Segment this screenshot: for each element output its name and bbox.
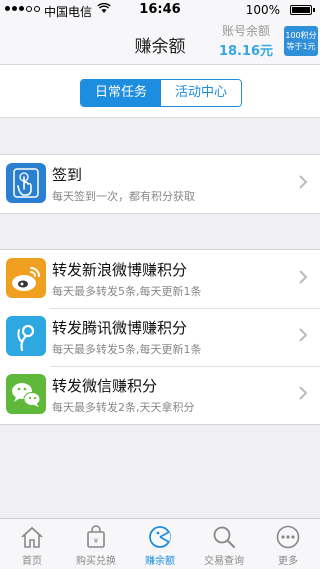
battery-icon xyxy=(290,5,315,15)
tab-home[interactable]: 首页 xyxy=(0,519,64,569)
tab-purchase-exchange[interactable]: ¥ 购买兑换 xyxy=(64,519,128,569)
share-task-group: 转发新浪微博赚积分 每天最多转发5条,每天更新1条 转发腾讯微博赚积分 每天最多… xyxy=(0,249,320,425)
segment-container: 日常任务 活动中心 xyxy=(0,65,320,118)
task-title: 转发微信赚积分 xyxy=(52,377,158,395)
tab-event-center[interactable]: 活动中心 xyxy=(161,80,241,106)
tab-label: 购买兑换 xyxy=(76,556,116,567)
points-rate-button[interactable]: 100积分 等于1元 xyxy=(284,26,318,56)
balance-amount: 18.16元 xyxy=(218,44,274,59)
share-wechat-row[interactable]: 转发微信赚积分 每天最多转发2条,天天拿积分 xyxy=(0,366,320,424)
task-subtitle: 每天最多转发5条,每天更新1条 xyxy=(52,343,202,356)
chevron-right-icon xyxy=(299,328,308,342)
tab-transaction-query[interactable]: 交易查询 xyxy=(192,519,256,569)
tab-more[interactable]: 更多 xyxy=(256,519,320,569)
wechat-icon xyxy=(6,374,46,414)
points-rate-line2: 等于1元 xyxy=(286,42,316,51)
checkin-group: 签到 每天签到一次，都有积分获取 xyxy=(0,154,320,214)
checkin-subtitle: 每天签到一次，都有积分获取 xyxy=(52,190,195,203)
nav-bar: 赚余额 账号余额 18.16元 100积分 等于1元 xyxy=(0,20,320,65)
account-balance: 账号余额 18.16元 xyxy=(213,22,279,59)
tab-bar: 首页 ¥ 购买兑换 赚余额 交易查询 更多 xyxy=(0,518,320,569)
sina-weibo-icon xyxy=(6,258,46,298)
checkin-title: 签到 xyxy=(52,166,83,184)
tencent-weibo-icon xyxy=(6,316,46,356)
svg-text:¥: ¥ xyxy=(94,537,99,545)
tab-daily-tasks[interactable]: 日常任务 xyxy=(81,80,161,106)
task-subtitle: 每天最多转发5条,每天更新1条 xyxy=(52,285,202,298)
earn-icon xyxy=(149,526,171,548)
share-sina-weibo-row[interactable]: 转发新浪微博赚积分 每天最多转发5条,每天更新1条 xyxy=(0,250,320,308)
balance-label: 账号余额 xyxy=(221,24,270,38)
checkin-row[interactable]: 签到 每天签到一次，都有积分获取 xyxy=(0,155,320,213)
chevron-right-icon xyxy=(299,270,308,284)
segmented-control: 日常任务 活动中心 xyxy=(80,79,242,107)
tab-label: 交易查询 xyxy=(204,556,244,567)
tab-label: 首页 xyxy=(22,556,42,567)
share-tencent-weibo-row[interactable]: 转发腾讯微博赚积分 每天最多转发5条,每天更新1条 xyxy=(0,308,320,366)
task-title: 转发腾讯微博赚积分 xyxy=(52,319,188,337)
tab-label: 赚余额 xyxy=(145,556,175,567)
tab-label: 更多 xyxy=(278,556,298,567)
tab-earn-balance[interactable]: 赚余额 xyxy=(128,519,192,569)
status-bar: 中国电信 16:46 100% xyxy=(0,0,320,20)
chevron-right-icon xyxy=(299,386,308,400)
search-icon xyxy=(213,526,235,548)
home-icon xyxy=(21,526,43,548)
task-subtitle: 每天最多转发2条,天天拿积分 xyxy=(52,401,195,414)
finger-tap-icon xyxy=(6,163,46,203)
shopping-bag-icon: ¥ xyxy=(87,525,105,548)
task-title: 转发新浪微博赚积分 xyxy=(52,261,188,279)
battery-percent: 100% xyxy=(245,3,280,17)
points-rate-line1: 100积分 xyxy=(285,31,317,40)
chevron-right-icon xyxy=(299,175,308,189)
more-icon xyxy=(276,525,300,549)
